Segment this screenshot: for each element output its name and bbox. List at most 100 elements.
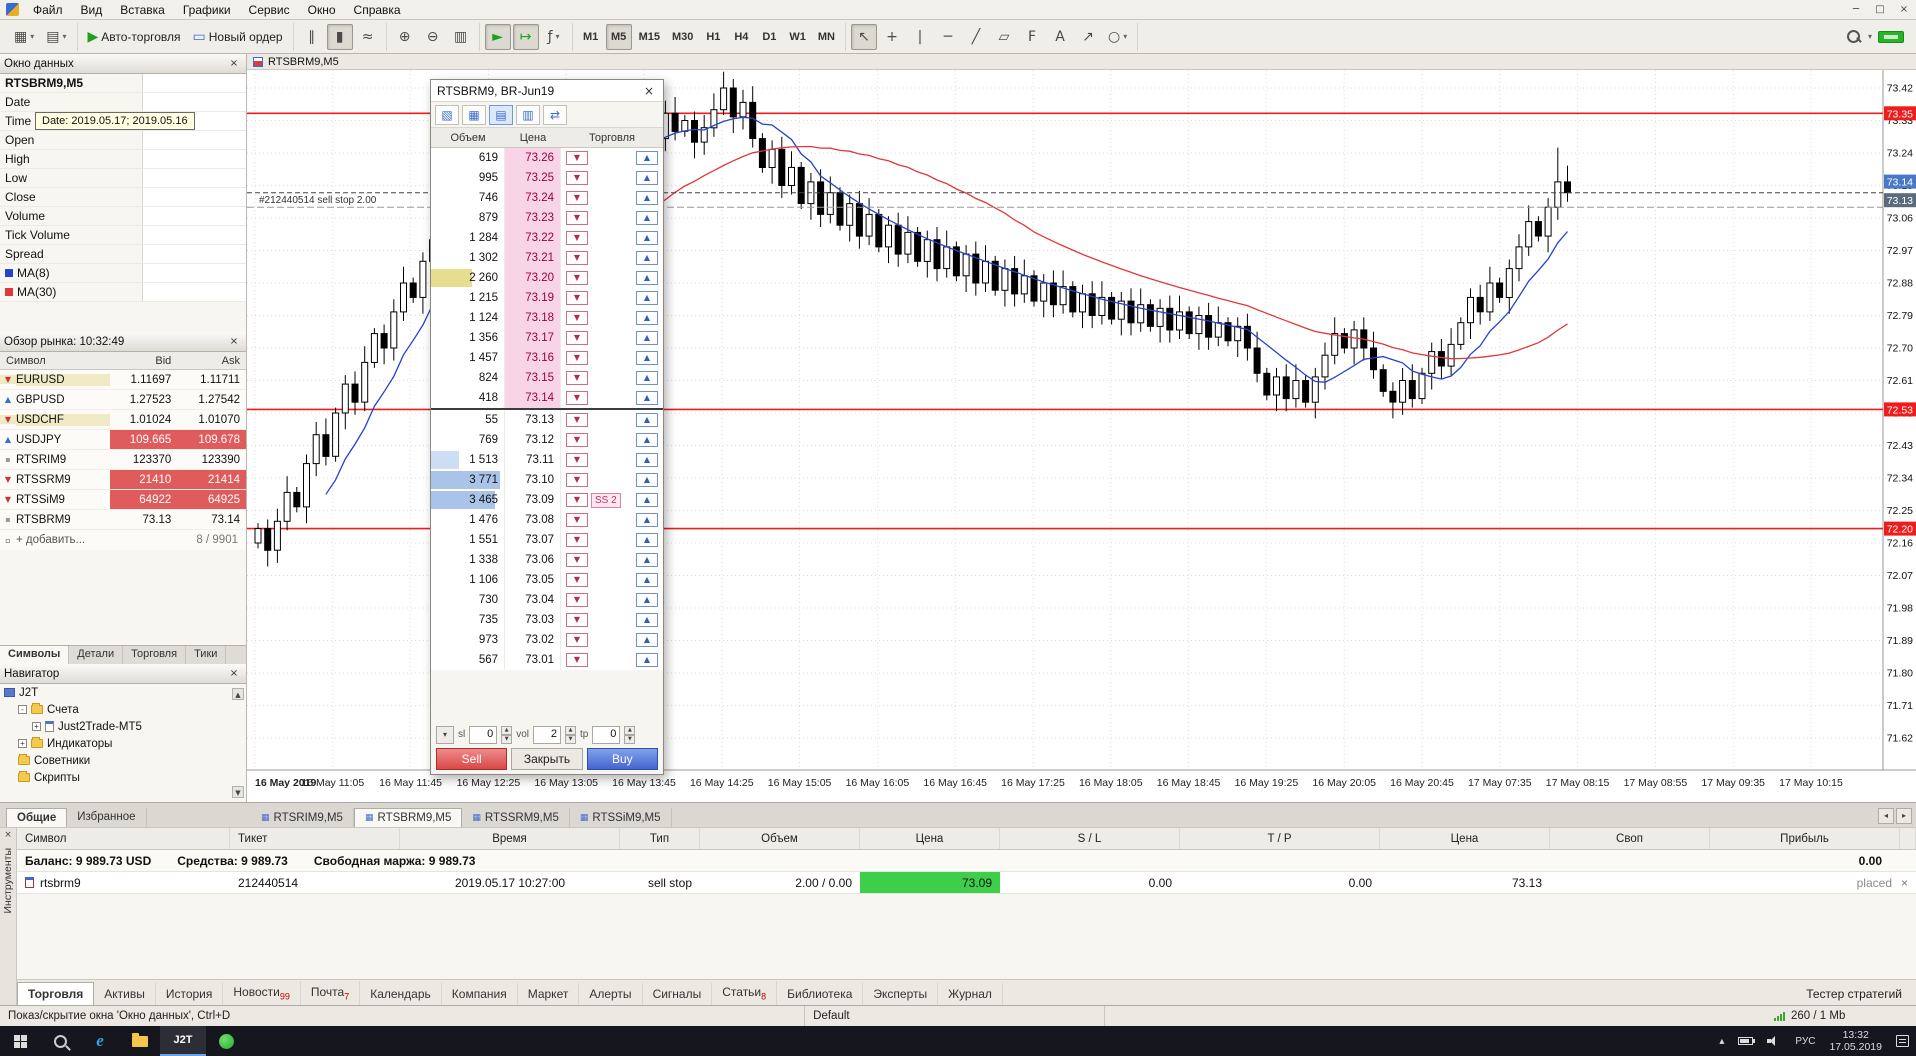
dom-price-cell[interactable]: 73.09 — [505, 490, 561, 510]
search-icon[interactable] — [1846, 29, 1862, 45]
zoom-in[interactable]: ⊕ — [392, 24, 418, 50]
navigator-tree-item[interactable]: Советники — [0, 752, 246, 769]
sell-tick-button[interactable]: ▼ — [566, 211, 588, 225]
dom-price-cell[interactable]: 73.14 — [505, 388, 561, 408]
sell-tick-button[interactable]: ▼ — [566, 553, 588, 567]
strategy-tester-tab[interactable]: Тестер стратегий — [1792, 983, 1916, 1005]
toolbox-tab-2[interactable]: История — [156, 983, 224, 1005]
toolbar-overflow-caret[interactable]: ▾ — [1868, 32, 1872, 41]
dom-price-cell[interactable]: 73.06 — [505, 550, 561, 570]
buy-tick-button[interactable]: ▲ — [636, 513, 658, 527]
buy-tick-button[interactable]: ▲ — [636, 653, 658, 667]
chart-tabs-scroll-right-icon[interactable]: ▸ — [1896, 808, 1912, 824]
menu-item-6[interactable]: Справка — [345, 1, 410, 19]
sell-tick-button[interactable]: ▼ — [566, 573, 588, 587]
buy-tick-button[interactable]: ▲ — [636, 211, 658, 225]
dom-price-cell[interactable]: 73.26 — [505, 148, 561, 168]
sell-tick-button[interactable]: ▼ — [566, 533, 588, 547]
maximize-button[interactable]: □ — [1868, 2, 1892, 17]
dom-price-cell[interactable]: 73.24 — [505, 188, 561, 208]
sell-tick-button[interactable]: ▼ — [566, 151, 588, 165]
sl-input[interactable]: 0 — [469, 725, 498, 744]
start-button[interactable] — [0, 1026, 40, 1056]
navigator-tree-item[interactable]: + Just2Trade-MT5 — [0, 718, 246, 735]
sell-tick-button[interactable]: ▼ — [566, 251, 588, 265]
buy-tick-button[interactable]: ▲ — [636, 151, 658, 165]
file-explorer-icon[interactable] — [120, 1026, 160, 1056]
sell-tick-button[interactable]: ▼ — [566, 433, 588, 447]
buy-tick-button[interactable]: ▲ — [636, 351, 658, 365]
chart-tab-0[interactable]: ▦ RTSRIM9,M5 — [251, 808, 354, 827]
tray-expand-icon[interactable]: ▴ — [1712, 1026, 1731, 1056]
tp-increment-icon[interactable]: ▲ — [624, 725, 636, 735]
market-watch-tab-2[interactable]: Торговля — [123, 646, 187, 664]
market-watch-tab-3[interactable]: Тики — [186, 646, 227, 664]
navigator-tree-item[interactable]: Скрипты — [0, 769, 246, 786]
battery-icon[interactable] — [1731, 1026, 1760, 1056]
tree-expander-icon[interactable]: + — [18, 739, 27, 748]
market-watch-row[interactable]: ▪ RTSBRM9 73.13 73.14 — [0, 510, 246, 530]
market-watch-row[interactable]: ▼ RTSSRM9 21410 21414 — [0, 470, 246, 490]
tf-m1[interactable]: M1 — [578, 24, 604, 50]
buy-tick-button[interactable]: ▲ — [636, 251, 658, 265]
order-type-dropdown[interactable]: ▾ — [436, 725, 454, 744]
new-order[interactable]: ▭ Новый ордер — [188, 24, 288, 50]
fibonacci[interactable]: F — [1019, 24, 1045, 50]
text-tool[interactable]: A — [1047, 24, 1073, 50]
tile-windows[interactable]: ▥ — [448, 24, 474, 50]
tf-d1[interactable]: D1 — [756, 24, 782, 50]
channel[interactable]: ▱ — [991, 24, 1017, 50]
buy-button[interactable]: Buy — [586, 748, 658, 770]
close-icon[interactable]: × — [0, 828, 16, 840]
toolbox-tab-9[interactable]: Сигналы — [643, 983, 713, 1005]
trendline[interactable]: ╱ — [963, 24, 989, 50]
buy-tick-button[interactable]: ▲ — [636, 413, 658, 427]
dom-price-cell[interactable]: 73.15 — [505, 368, 561, 388]
sl-decrement-icon[interactable]: ▼ — [501, 734, 513, 744]
market-watch-tab-0[interactable]: Символы — [0, 646, 70, 664]
buy-tick-button[interactable]: ▲ — [636, 433, 658, 447]
buy-tick-button[interactable]: ▲ — [636, 311, 658, 325]
sell-tick-button[interactable]: ▼ — [566, 271, 588, 285]
toolbox-tab-7[interactable]: Маркет — [518, 983, 580, 1005]
buy-tick-button[interactable]: ▲ — [636, 291, 658, 305]
scroll-down-icon[interactable]: ▼ — [232, 786, 244, 798]
dom-price-cell[interactable]: 73.22 — [505, 228, 561, 248]
chart-shift[interactable]: ↦ — [512, 23, 539, 50]
toolbox-tab-11[interactable]: Библиотека — [777, 983, 864, 1005]
dom-price-cell[interactable]: 73.04 — [505, 590, 561, 610]
close-icon[interactable]: × — [226, 58, 242, 69]
market-watch-row[interactable]: ▼ EURUSD 1.11697 1.11711 — [0, 370, 246, 390]
dom-transfer[interactable]: ⇄ — [543, 104, 567, 125]
navigator-tree-item[interactable]: J2T — [0, 684, 246, 701]
order-close[interactable]: × — [1900, 872, 1916, 893]
dom-price-cell[interactable]: 73.25 — [505, 168, 561, 188]
buy-tick-button[interactable]: ▲ — [636, 473, 658, 487]
notification-center-icon[interactable] — [1889, 1026, 1916, 1056]
buy-tick-button[interactable]: ▲ — [636, 553, 658, 567]
j2t-app-button[interactable]: J2T — [160, 1026, 206, 1056]
dom-price-cell[interactable]: 73.13 — [505, 410, 561, 430]
dom-price-cell[interactable]: 73.16 — [505, 348, 561, 368]
dom-price-cell[interactable]: 73.19 — [505, 288, 561, 308]
chart-bars[interactable]: ∥ — [299, 24, 325, 50]
dom-price-cell[interactable]: 73.05 — [505, 570, 561, 590]
sell-tick-button[interactable]: ▼ — [566, 291, 588, 305]
dom-price-cell[interactable]: 73.21 — [505, 248, 561, 268]
taskbar-search-icon[interactable] — [40, 1026, 80, 1056]
green-app-icon[interactable] — [206, 1026, 246, 1056]
close-position-button[interactable]: Закрыть — [511, 748, 583, 770]
menu-item-4[interactable]: Сервис — [240, 1, 299, 19]
buy-tick-button[interactable]: ▲ — [636, 533, 658, 547]
profile-selector[interactable]: Default — [805, 1006, 1106, 1026]
sell-tick-button[interactable]: ▼ — [566, 633, 588, 647]
dom-price-cell[interactable]: 73.18 — [505, 308, 561, 328]
order-row[interactable]: rtsbrm9 212440514 2019.05.17 10:27:00 sell … — [17, 872, 1916, 894]
auto-trading[interactable]: ▶ Авто-торговля — [83, 24, 186, 50]
toolbox-tab-8[interactable]: Алерты — [579, 983, 643, 1005]
chart-tab-3[interactable]: ▦ RTSSiM9,M5 — [570, 808, 672, 827]
sell-tick-button[interactable]: ▼ — [566, 331, 588, 345]
navigator-tab-1[interactable]: Избранное — [67, 808, 147, 827]
vol-increment-icon[interactable]: ▲ — [565, 725, 577, 735]
buy-tick-button[interactable]: ▲ — [636, 271, 658, 285]
